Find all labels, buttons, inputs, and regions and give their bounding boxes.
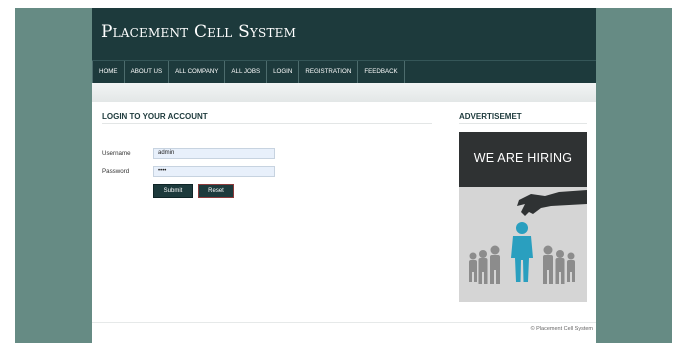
password-label: Password [102, 168, 130, 175]
site-header: Placement Cell System [92, 8, 596, 60]
login-title: LOGIN TO YOUR ACCOUNT [102, 112, 208, 121]
site-title: Placement Cell System [101, 22, 297, 42]
header-strip [92, 83, 596, 102]
nav-about-us[interactable]: ABOUT US [125, 61, 170, 83]
nav-feedback[interactable]: FEEDBACK [358, 61, 405, 83]
advert-divider [459, 123, 587, 124]
nav-registration[interactable]: REGISTRATION [299, 61, 359, 83]
nav-home[interactable]: HOME [92, 61, 125, 83]
footer-copyright: © Placement Cell System [530, 326, 593, 332]
password-input[interactable]: •••• [153, 166, 275, 177]
selected-person-icon [511, 222, 533, 282]
hiring-illustration [469, 190, 587, 284]
advert-title: ADVERTISEMET [459, 112, 522, 121]
submit-button[interactable]: Submit [153, 184, 193, 198]
main-nav: HOME ABOUT US ALL COMPANY ALL JOBS LOGIN… [92, 60, 596, 83]
page-container: Placement Cell System HOME ABOUT US ALL … [92, 8, 596, 343]
username-label: Username [102, 150, 131, 157]
login-divider [102, 123, 432, 124]
footer-divider [92, 322, 596, 323]
nav-login[interactable]: LOGIN [267, 61, 300, 83]
username-input[interactable]: admin [153, 148, 275, 159]
hand-icon [517, 190, 587, 216]
nav-all-jobs[interactable]: ALL JOBS [225, 61, 268, 83]
reset-button[interactable]: Reset [198, 184, 234, 198]
hiring-advert[interactable]: WE ARE HIRING [459, 132, 587, 302]
nav-all-company[interactable]: ALL COMPANY [169, 61, 226, 83]
